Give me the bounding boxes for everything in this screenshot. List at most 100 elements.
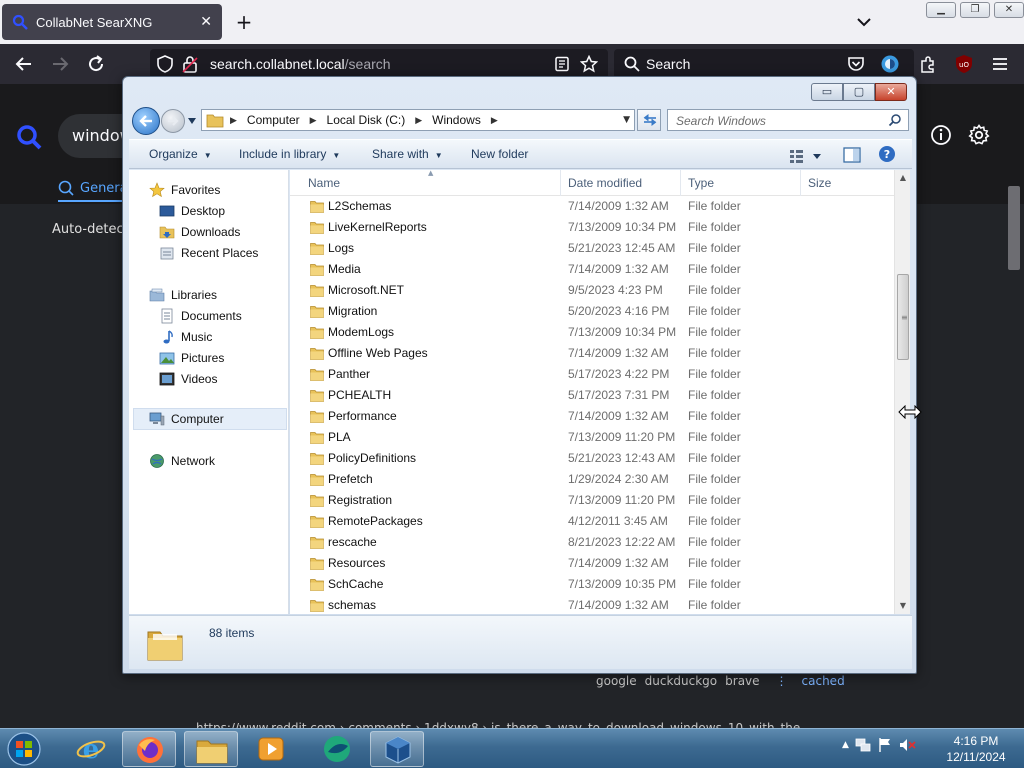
explorer-forward-button[interactable]	[161, 109, 185, 133]
taskbar-internet-explorer[interactable]: e	[64, 731, 118, 767]
page-scrollbar-thumb[interactable]	[1008, 186, 1020, 270]
table-row[interactable]: RemotePackages 4/12/2011 3:45 AM File fold…	[290, 511, 894, 532]
explorer-minimize-button[interactable]: ▭	[811, 83, 843, 101]
bookmark-star-icon[interactable]	[580, 55, 598, 73]
table-row[interactable]: Registration 7/13/2009 11:20 PM File folde…	[290, 490, 894, 511]
breadcrumb-local-disk[interactable]: Local Disk (C:)	[327, 113, 406, 127]
column-size[interactable]: Size	[808, 176, 831, 190]
back-arrow-icon[interactable]	[14, 54, 34, 74]
hamburger-menu-icon[interactable]	[990, 54, 1010, 74]
table-row[interactable]: PCHEALTH 5/17/2023 7:31 PM File folder	[290, 385, 894, 406]
table-row[interactable]: Panther 5/17/2023 4:22 PM File folder	[290, 364, 894, 385]
result-url[interactable]: https://www.reddit.com › comments › 1ddx…	[196, 721, 800, 728]
taskbar-virtualbox[interactable]	[370, 731, 424, 767]
window-minimize-button[interactable]: ▁	[926, 2, 956, 18]
explorer-search-input[interactable]: Search Windows	[667, 109, 909, 131]
tracking-shield-icon[interactable]	[156, 55, 174, 73]
share-with-button[interactable]: Share with ▼	[372, 147, 443, 161]
extensions-puzzle-icon[interactable]	[918, 54, 938, 74]
include-in-library-button[interactable]: Include in library ▼	[239, 147, 340, 161]
table-row[interactable]: rescache 8/21/2023 12:22 AM File folder	[290, 532, 894, 553]
info-icon[interactable]	[930, 124, 952, 146]
preview-pane-icon[interactable]	[843, 147, 861, 163]
nav-favorites[interactable]: Favorites	[149, 180, 220, 200]
nav-videos[interactable]: Videos	[159, 369, 217, 389]
reader-view-icon[interactable]	[554, 56, 570, 72]
breadcrumb-windows[interactable]: Windows	[432, 113, 481, 127]
network-tray-icon[interactable]	[855, 737, 871, 753]
language-autodetect[interactable]: Auto-detect	[52, 222, 129, 237]
table-row[interactable]: Microsoft.NET 9/5/2023 4:23 PM File folder	[290, 280, 894, 301]
new-tab-button[interactable]: +	[232, 10, 256, 34]
pocket-icon[interactable]	[846, 54, 866, 74]
nav-documents[interactable]: Documents	[159, 306, 242, 326]
table-row[interactable]: Migration 5/20/2023 4:16 PM File folder	[290, 301, 894, 322]
browser-tab[interactable]: CollabNet SearXNG ✕	[2, 4, 222, 40]
cached-link[interactable]: cached	[802, 674, 845, 688]
explorer-maximize-button[interactable]: ▢	[843, 83, 875, 101]
organize-button[interactable]: Organize ▼	[149, 147, 212, 161]
table-row[interactable]: ModemLogs 7/13/2009 10:34 PM File folder	[290, 322, 894, 343]
address-history-dropdown-icon[interactable]: ▼	[623, 115, 630, 125]
list-all-tabs-icon[interactable]	[852, 12, 876, 32]
change-view-icon[interactable]	[789, 148, 823, 164]
tab-close-icon[interactable]: ✕	[200, 14, 212, 30]
table-row[interactable]: schemas 7/14/2009 1:32 AM File folder	[290, 595, 894, 614]
ublock-origin-icon[interactable]: uO	[954, 54, 974, 74]
searxng-logo-icon[interactable]	[16, 124, 42, 150]
nav-computer[interactable]: Computer	[149, 409, 224, 429]
scroll-up-arrow-icon[interactable]: ▲	[895, 170, 910, 186]
table-row[interactable]: SchCache 7/13/2009 10:35 PM File folder	[290, 574, 894, 595]
taskbar-media-player[interactable]	[244, 731, 298, 767]
gear-icon[interactable]	[968, 124, 990, 146]
url-bar[interactable]: search.collabnet.local/search	[150, 49, 608, 79]
windows-start-orb-icon[interactable]	[4, 731, 44, 767]
table-row[interactable]: Offline Web Pages 7/14/2009 1:32 AM File f…	[290, 343, 894, 364]
nav-pictures[interactable]: Pictures	[159, 348, 224, 368]
taskbar-clock[interactable]: 4:16 PM 12/11/2024	[936, 733, 1016, 765]
window-restore-button[interactable]: ❐	[960, 2, 990, 18]
breadcrumb-arrow-icon[interactable]: ▶	[415, 115, 422, 126]
account-sync-icon[interactable]	[880, 54, 900, 74]
scroll-down-arrow-icon[interactable]: ▼	[895, 598, 910, 614]
table-row[interactable]: Media 7/14/2009 1:32 AM File folder	[290, 259, 894, 280]
breadcrumb-arrow-icon[interactable]: ▶	[491, 115, 498, 126]
nav-recent-places[interactable]: Recent Places	[159, 243, 258, 263]
table-row[interactable]: Logs 5/21/2023 12:45 AM File folder	[290, 238, 894, 259]
table-row[interactable]: Prefetch 1/29/2024 2:30 AM File folder	[290, 469, 894, 490]
breadcrumb-arrow-icon[interactable]: ▶	[310, 115, 317, 126]
action-center-flag-icon[interactable]	[877, 737, 893, 753]
taskbar-app-globe[interactable]	[310, 731, 364, 767]
address-bar[interactable]: ▶ Computer ▶ Local Disk (C:) ▶ Windows ▶…	[201, 109, 635, 131]
column-name[interactable]: Name	[308, 176, 340, 190]
window-close-button[interactable]: ✕	[994, 2, 1024, 18]
table-row[interactable]: PLA 7/13/2009 11:20 PM File folder	[290, 427, 894, 448]
column-date-modified[interactable]: Date modified	[568, 176, 642, 190]
table-row[interactable]: LiveKernelReports 7/13/2009 10:34 PM File …	[290, 217, 894, 238]
help-icon[interactable]: ?	[878, 145, 896, 163]
table-row[interactable]: PolicyDefinitions 5/21/2023 12:43 AM File …	[290, 448, 894, 469]
volume-muted-icon[interactable]	[899, 737, 917, 753]
lock-warning-icon[interactable]	[182, 55, 198, 73]
taskbar-firefox[interactable]	[122, 731, 176, 767]
nav-desktop[interactable]: Desktop	[159, 201, 225, 221]
browser-search-box[interactable]: Search	[614, 49, 914, 79]
table-row[interactable]: L2Schemas 7/14/2009 1:32 AM File folder	[290, 196, 894, 217]
column-divider[interactable]	[560, 170, 561, 196]
nav-network[interactable]: Network	[149, 451, 215, 471]
explorer-close-button[interactable]: ✕	[875, 83, 907, 101]
reload-icon[interactable]	[86, 54, 106, 74]
breadcrumb-arrow-icon[interactable]: ▶	[230, 115, 237, 126]
nav-downloads[interactable]: Downloads	[159, 222, 240, 242]
tab-general[interactable]: Genera	[58, 178, 128, 198]
new-folder-button[interactable]: New folder	[471, 147, 528, 161]
explorer-back-button[interactable]	[132, 107, 160, 135]
table-row[interactable]: Resources 7/14/2009 1:32 AM File folder	[290, 553, 894, 574]
table-row[interactable]: Performance 7/14/2009 1:32 AM File folder	[290, 406, 894, 427]
search-icon[interactable]	[888, 113, 902, 127]
column-type[interactable]: Type	[688, 176, 714, 190]
show-hidden-icons-chevron-icon[interactable]: ▲	[842, 740, 849, 750]
nav-libraries[interactable]: Libraries	[149, 285, 217, 305]
scrollbar-thumb[interactable]: ≡	[897, 274, 909, 360]
column-divider[interactable]	[680, 170, 681, 196]
